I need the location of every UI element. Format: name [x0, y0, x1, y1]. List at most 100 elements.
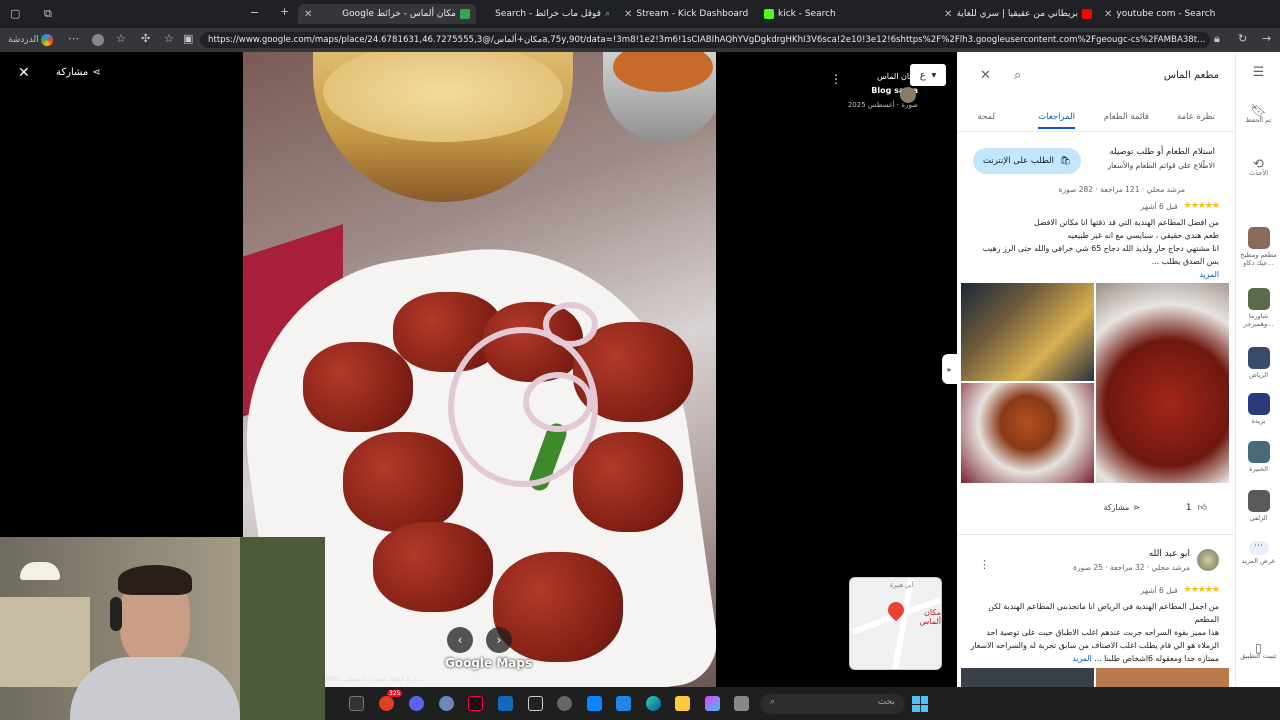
reviewer-avatar[interactable] — [1197, 549, 1219, 571]
chicken-piece — [573, 432, 683, 532]
rail-item-recent-place[interactable]: الخبيرة — [1236, 441, 1280, 473]
rail-item-recent-place[interactable]: شاورما وهمبرجر... — [1236, 288, 1280, 328]
outlook-icon[interactable] — [616, 696, 631, 711]
app-icon[interactable] — [379, 696, 394, 711]
more-link[interactable]: المزيد — [1072, 654, 1092, 663]
review-photo[interactable] — [961, 668, 1094, 687]
favorites-icon[interactable]: ☆ — [116, 33, 126, 45]
add-favorite-icon[interactable]: ☆ — [164, 33, 174, 45]
review-photo[interactable] — [961, 283, 1094, 381]
tab-kick-search[interactable]: kick - Search — [758, 4, 938, 24]
back-icon[interactable]: → — [1262, 33, 1271, 45]
map-place-label: مكان ألماس — [919, 608, 942, 626]
rail-item-recent[interactable]: ⟲ الأحدث — [1236, 158, 1280, 177]
rail-item-recent-place[interactable]: الزلفي — [1236, 490, 1280, 522]
tab-overview[interactable]: نظرة عامة — [1177, 112, 1215, 122]
next-photo-button[interactable]: › — [486, 627, 512, 653]
terminal-icon[interactable] — [349, 696, 364, 711]
review-photo[interactable] — [961, 383, 1094, 483]
collapse-panel-button[interactable]: ▸ — [942, 354, 957, 384]
close-viewer-icon[interactable]: ✕ — [18, 65, 30, 81]
author-avatar[interactable] — [900, 87, 916, 103]
tab-label: بريطاني من عقيقيا | سري للغاية — [956, 9, 1078, 19]
tab-youtube-video[interactable]: ✕ بريطاني من عقيقيا | سري للغاية — [938, 4, 1098, 24]
share-icon: ⋖ — [92, 67, 101, 78]
tab-youtube-search[interactable]: ✕ youtube com - Search — [1098, 4, 1248, 24]
share-icon: ⋖ — [1133, 503, 1140, 512]
close-icon[interactable]: ✕ — [1104, 9, 1112, 20]
like-button[interactable]: 👍︎ 1 — [1186, 503, 1207, 513]
review-line: انا مشتهي دجاج حار ولذيذ الله دجاج 65 شي… — [982, 244, 1219, 266]
rail-item-recent-place[interactable]: بريدة — [1236, 393, 1280, 425]
place-thumbnail — [1247, 490, 1270, 512]
search-input[interactable]: مطعم الماس — [1164, 70, 1219, 81]
rail-item-show-more[interactable]: ⋯ عرض المزيد — [1236, 541, 1280, 565]
obs-icon[interactable] — [557, 696, 572, 711]
more-menu-icon[interactable]: ⋯ — [68, 33, 79, 45]
share-label: مشاركة — [1103, 503, 1130, 512]
minimize-icon[interactable]: − — [250, 7, 259, 19]
mini-map[interactable]: مكان ألماس أبي هبيرة — [849, 577, 942, 670]
rail-item-install-app[interactable]: ▯ تثبيت التطبيق — [1236, 642, 1280, 660]
kick-favicon-icon — [764, 9, 774, 19]
review-share-button[interactable]: ⋖ مشاركة — [1103, 503, 1140, 512]
keyboard-language-badge[interactable]: ع ▼ — [910, 64, 946, 86]
window-menu-icon[interactable]: ▢ — [10, 8, 20, 20]
reviewer-name[interactable]: ابو عبد الله — [1149, 549, 1190, 559]
edge-icon[interactable] — [646, 696, 661, 711]
rail-item-recent-place[interactable]: الرياض — [1236, 347, 1280, 379]
review-line: من اجمل المطاعم الهندية في الرياض انا ما… — [988, 602, 1219, 624]
task-view-icon[interactable] — [734, 696, 749, 711]
menu-icon[interactable]: ☰ — [1236, 66, 1280, 79]
profile-label[interactable]: الدردشة — [8, 34, 39, 46]
review-line: طعم هندي حقيقي ، سبايسي مع انه غير طبيعي… — [1067, 231, 1219, 240]
order-online-bar: استلام الطعام أو طلب توصيله الاطّلاع على… — [957, 140, 1235, 180]
url-input[interactable]: https://www.google.com/maps/place/مكان+أ… — [200, 32, 1210, 48]
more-options-icon[interactable]: ⋮ — [979, 558, 990, 571]
file-explorer-icon[interactable] — [675, 696, 690, 711]
chevron-down-icon: ▼ — [931, 71, 937, 79]
ctrl-app-icon[interactable] — [528, 696, 543, 711]
close-icon[interactable]: ✕ — [944, 9, 952, 20]
windows-start-icon[interactable] — [912, 696, 928, 712]
tiktok-icon[interactable] — [468, 696, 483, 711]
order-online-button[interactable]: 🛍︎ الطلب على الإنترنت — [973, 148, 1081, 174]
review-photo[interactable] — [1096, 283, 1229, 483]
split-screen-icon[interactable]: ▣ — [183, 33, 193, 45]
calendar-icon[interactable] — [587, 696, 602, 711]
search-icon[interactable]: ⌕ — [1014, 68, 1021, 83]
tab-menu[interactable]: قائمة الطعام — [1104, 112, 1149, 122]
reviewer-meta: مرشد محلي · 121 مراجعة · 282 صورة — [1058, 185, 1185, 194]
store-icon[interactable] — [498, 696, 513, 711]
tab-kick-dashboard[interactable]: ✕ Stream - Kick Dashboard — [618, 4, 758, 24]
taskbar-search[interactable]: بحث ⌕ — [760, 694, 905, 714]
tab-reviews[interactable]: المراجعات — [1038, 112, 1075, 129]
couch — [0, 597, 90, 687]
previous-photo-button[interactable]: ‹ — [447, 627, 473, 653]
share-button[interactable]: مشاركة ⋖ — [56, 67, 101, 78]
review-photo[interactable] — [1096, 668, 1229, 687]
copilot-icon[interactable] — [705, 696, 720, 711]
workspaces-icon[interactable]: ⧉ — [44, 8, 52, 20]
lock-icon[interactable]: 🔒︎ — [1214, 33, 1220, 45]
settings-icon[interactable] — [439, 696, 454, 711]
more-link[interactable]: المزيد — [1199, 270, 1219, 279]
rail-item-saved[interactable]: 🔖︎ تم الحفظ — [1236, 105, 1280, 124]
tab-search[interactable]: قوقل ماب خرائط - Search ⌕ — [478, 4, 616, 24]
tab-maps[interactable]: ✕ مكان ألماس - خرائط Google — [298, 4, 476, 24]
rail-label: عرض المزيد — [1241, 557, 1276, 565]
close-icon[interactable]: ✕ — [980, 68, 991, 83]
tab-label: youtube com - Search — [1116, 9, 1216, 19]
tab-about[interactable]: لمحة — [977, 112, 995, 122]
refresh-icon[interactable]: ↻ — [1238, 33, 1247, 45]
avatar[interactable] — [92, 34, 104, 46]
new-tab-icon[interactable]: + — [280, 6, 289, 18]
close-icon[interactable]: ✕ — [304, 9, 312, 20]
rail-label: تثبيت التطبيق — [1240, 652, 1277, 660]
copilot-icon[interactable] — [41, 34, 53, 46]
discord-icon[interactable] — [409, 696, 424, 711]
rating-stars: ★★★★★ — [1183, 201, 1220, 211]
close-icon[interactable]: ✕ — [624, 9, 632, 20]
extensions-icon[interactable]: ✣ — [141, 33, 150, 45]
rail-item-recent-place[interactable]: مطعم ومطبخ عيك دكاو... — [1236, 227, 1280, 267]
